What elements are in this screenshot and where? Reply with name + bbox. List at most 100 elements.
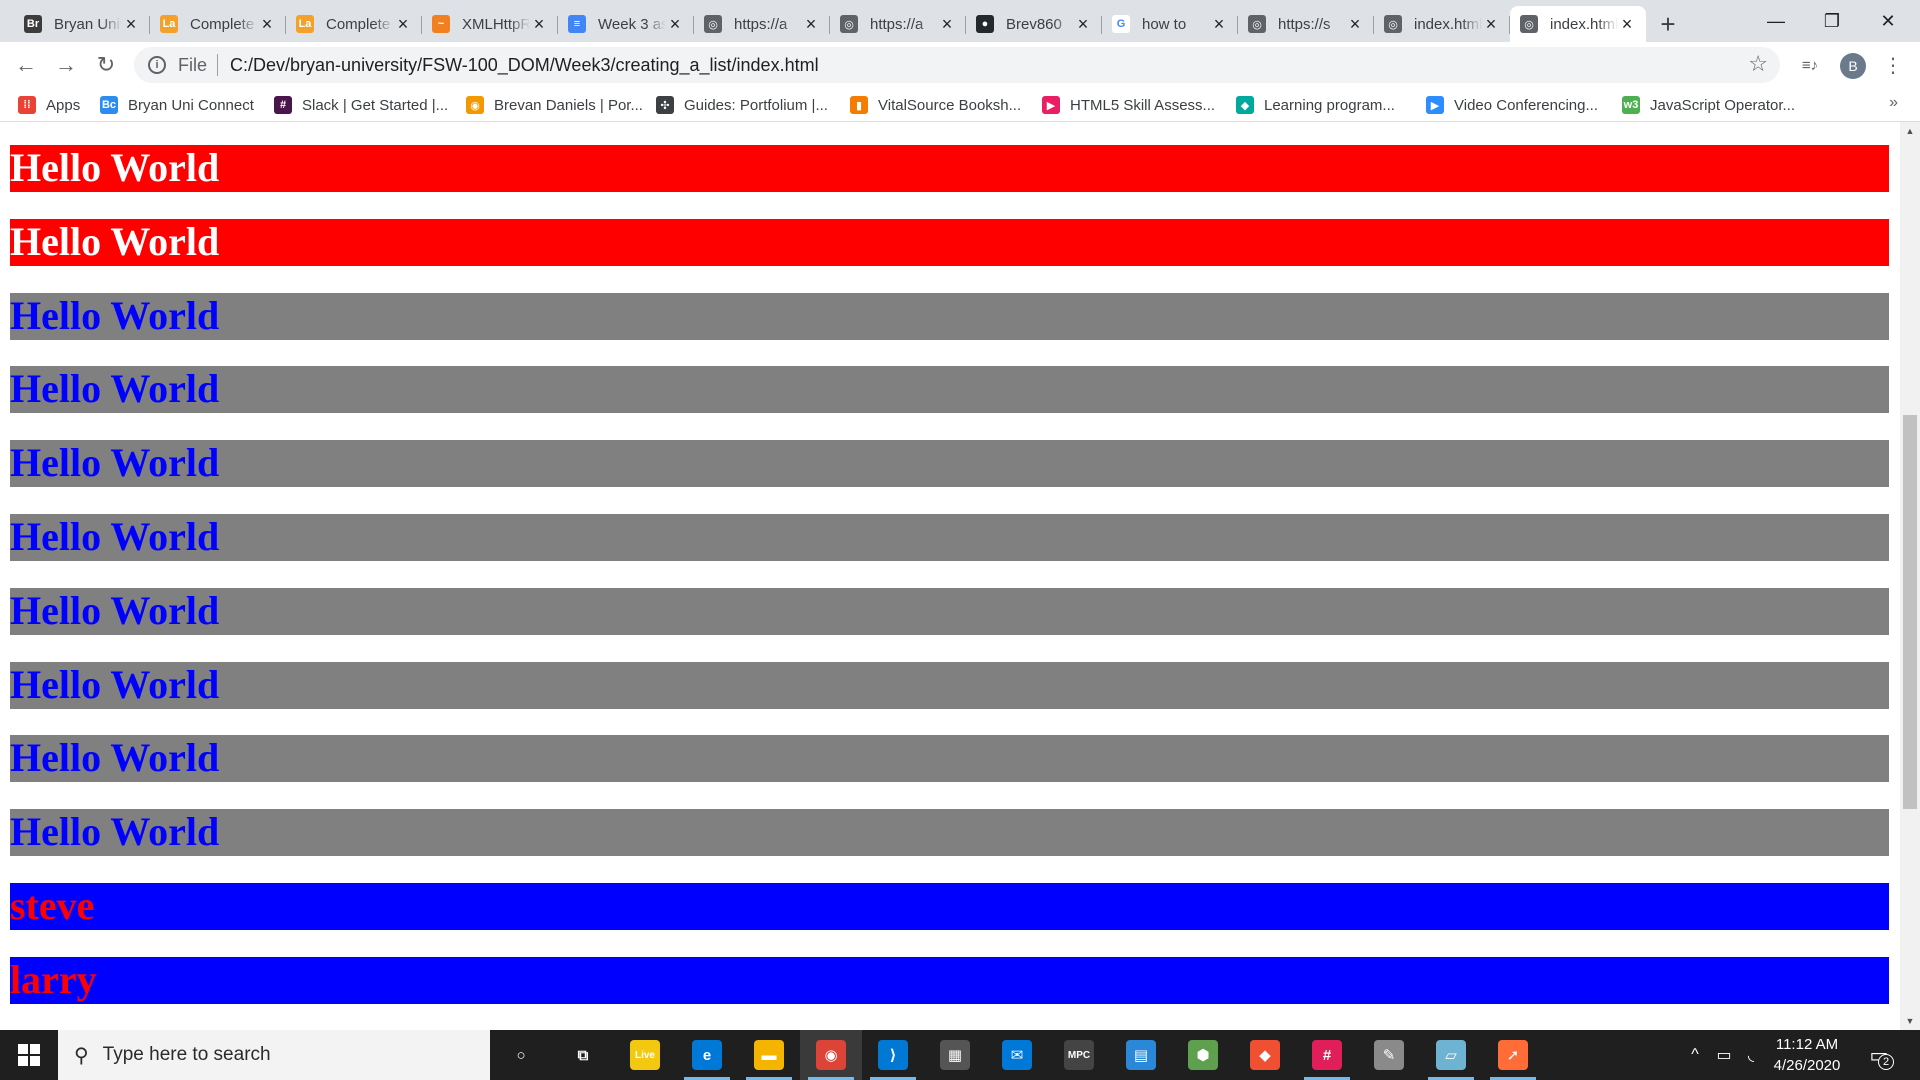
bookmark-item[interactable]: ✣ Guides: Portfolium |... <box>656 94 828 116</box>
system-clock[interactable]: 11:12 AM 4/26/2020 <box>1760 1034 1854 1076</box>
taskbar-edge-button[interactable]: e <box>676 1030 738 1080</box>
menu-kebab-icon[interactable]: ⋮ <box>1879 51 1907 79</box>
bookmark-item[interactable]: w3 JavaScript Operator... <box>1622 94 1795 116</box>
browser-tab[interactable]: ● Brev860 × <box>966 6 1102 42</box>
tab-close-icon[interactable]: × <box>258 14 276 35</box>
profile-avatar[interactable]: B <box>1840 53 1866 79</box>
forward-button[interactable]: → <box>50 49 82 81</box>
bookmark-item[interactable]: ◉ Brevan Daniels | Por... <box>466 94 643 116</box>
site-info-icon[interactable]: i <box>148 56 166 74</box>
maximize-button[interactable]: ❐ <box>1804 0 1860 42</box>
battery-icon[interactable]: ▭ <box>1710 1030 1738 1080</box>
tab-close-icon[interactable]: × <box>1074 14 1092 35</box>
browser-tab[interactable]: ◎ https://s × <box>1238 6 1374 42</box>
taskbar-cortana-button[interactable]: ○ <box>490 1030 552 1080</box>
reload-button[interactable]: ↻ <box>90 49 122 81</box>
tab-close-icon[interactable]: × <box>1618 14 1636 35</box>
bookmark-item[interactable]: Bc Bryan Uni Connect <box>100 94 254 116</box>
taskbar-notes-button[interactable]: ▱ <box>1420 1030 1482 1080</box>
tab-close-icon[interactable]: × <box>1482 14 1500 35</box>
taskbar-task-view-button[interactable]: ⧉ <box>552 1030 614 1080</box>
taskbar-vscode-button[interactable]: ⟩ <box>862 1030 924 1080</box>
tab-title: https://a <box>734 15 788 33</box>
list-item-blue: steve <box>10 883 1889 930</box>
vertical-scrollbar[interactable]: ▲ ▼ <box>1900 122 1920 1030</box>
tab-title: https://a <box>870 15 924 33</box>
taskbar-git-button[interactable]: ◆ <box>1234 1030 1296 1080</box>
bookmark-item[interactable]: ◆ Learning program... <box>1236 94 1395 116</box>
tab-close-icon[interactable]: × <box>666 14 684 35</box>
bookmark-favicon-icon: Bc <box>100 96 118 114</box>
url-text[interactable]: C:/Dev/bryan-university/FSW-100_DOM/Week… <box>230 55 819 76</box>
action-center-icon[interactable]: ▭ 2 <box>1862 1038 1896 1072</box>
bookmarks-overflow-icon[interactable]: » <box>1889 94 1898 112</box>
browser-tab[interactable]: ◎ index.html × <box>1510 6 1646 42</box>
tab-strip: + — ❐ ✕ BrBryan University×LaComplete×La… <box>0 0 1920 42</box>
taskbar-mpc-button[interactable]: MPC <box>1048 1030 1110 1080</box>
bookmark-label: HTML5 Skill Assess... <box>1070 96 1216 114</box>
tray-chevron-icon[interactable]: ^ <box>1680 1030 1710 1080</box>
browser-tab[interactable]: ◎ index.html × <box>1374 6 1510 42</box>
tab-favicon-icon: La <box>296 15 314 33</box>
browser-tab[interactable]: ◎ https://a × <box>830 6 966 42</box>
tab-close-icon[interactable]: × <box>802 14 820 35</box>
minimize-button[interactable]: — <box>1748 0 1804 42</box>
tab-favicon-icon: La <box>160 15 178 33</box>
taskbar-file-explorer-button[interactable]: ▬ <box>738 1030 800 1080</box>
clock-date: 4/26/2020 <box>1773 1057 1841 1074</box>
bookmark-favicon-icon: ◉ <box>466 96 484 114</box>
taskbar-live-button[interactable]: Live <box>614 1030 676 1080</box>
bookmark-label: Video Conferencing... <box>1454 96 1598 114</box>
tab-close-icon[interactable]: × <box>530 14 548 35</box>
bookmark-item[interactable]: # Slack | Get Started |... <box>274 94 448 116</box>
browser-tab[interactable]: Br Bryan University× <box>14 6 150 42</box>
chrome-icon: ◉ <box>816 1040 846 1070</box>
browser-tab[interactable]: Ghow to × <box>1102 6 1238 42</box>
tab-close-icon[interactable]: × <box>938 14 956 35</box>
tab-close-icon[interactable]: × <box>122 14 140 35</box>
paint-icon: ✎ <box>1374 1040 1404 1070</box>
taskbar-postman-button[interactable]: ➚ <box>1482 1030 1544 1080</box>
tab-close-icon[interactable]: × <box>1210 14 1228 35</box>
scroll-down-arrow-icon[interactable]: ▼ <box>1900 1012 1920 1030</box>
new-tab-button[interactable]: + <box>1650 6 1686 42</box>
tab-title: Week 3 assignment <box>598 15 666 33</box>
taskbar-search-box[interactable]: ⚲ Type here to search <box>58 1030 490 1080</box>
scroll-up-arrow-icon[interactable]: ▲ <box>1900 122 1920 140</box>
tab-favicon-icon: ◎ <box>1384 15 1402 33</box>
bookmark-label: VitalSource Booksh... <box>878 96 1022 114</box>
git-icon: ◆ <box>1250 1040 1280 1070</box>
taskbar-paint-button[interactable]: ✎ <box>1358 1030 1420 1080</box>
taskbar-contacts-button[interactable]: ▤ <box>1110 1030 1172 1080</box>
back-button[interactable]: ← <box>10 49 42 81</box>
notification-count-badge: 2 <box>1878 1054 1894 1070</box>
address-bar[interactable]: i File C:/Dev/bryan-university/FSW-100_D… <box>134 47 1780 83</box>
browser-tab[interactable]: ≡ Week 3 assignment× <box>558 6 694 42</box>
tab-close-icon[interactable]: × <box>394 14 412 35</box>
bookmark-star-icon[interactable]: ☆ <box>1748 51 1768 77</box>
browser-tab[interactable]: La Complete × <box>286 6 422 42</box>
tab-close-icon[interactable]: × <box>1346 14 1364 35</box>
edge-icon: e <box>692 1040 722 1070</box>
bookmark-label: Brevan Daniels | Por... <box>494 96 643 114</box>
taskbar-mail-button[interactable]: ✉ <box>986 1030 1048 1080</box>
bookmark-item[interactable]: ▮ VitalSource Booksh... <box>850 94 1021 116</box>
tab-favicon-icon: G <box>1112 15 1130 33</box>
taskbar-node-button[interactable]: ⬢ <box>1172 1030 1234 1080</box>
tab-title: how to <box>1142 15 1187 33</box>
bookmark-item[interactable]: ⁞⁞ Apps <box>18 94 80 116</box>
taskbar-store-button[interactable]: ▦ <box>924 1030 986 1080</box>
browser-tab[interactable]: ~ XMLHttpRequest× <box>422 6 558 42</box>
taskbar-slack-button[interactable]: # <box>1296 1030 1358 1080</box>
list-item-gray: Hello World <box>10 809 1889 856</box>
close-window-button[interactable]: ✕ <box>1860 0 1916 42</box>
windows-logo-icon <box>18 1044 40 1066</box>
media-control-icon[interactable]: ≡♪ <box>1796 51 1824 79</box>
bookmark-item[interactable]: ▶ HTML5 Skill Assess... <box>1042 94 1215 116</box>
scrollbar-thumb[interactable] <box>1903 415 1917 809</box>
taskbar-chrome-button[interactable]: ◉ <box>800 1030 862 1080</box>
bookmark-item[interactable]: ▶ Video Conferencing... <box>1426 94 1598 116</box>
start-button[interactable] <box>0 1030 58 1080</box>
browser-tab[interactable]: ◎ https://a × <box>694 6 830 42</box>
browser-tab[interactable]: La Complete × <box>150 6 286 42</box>
